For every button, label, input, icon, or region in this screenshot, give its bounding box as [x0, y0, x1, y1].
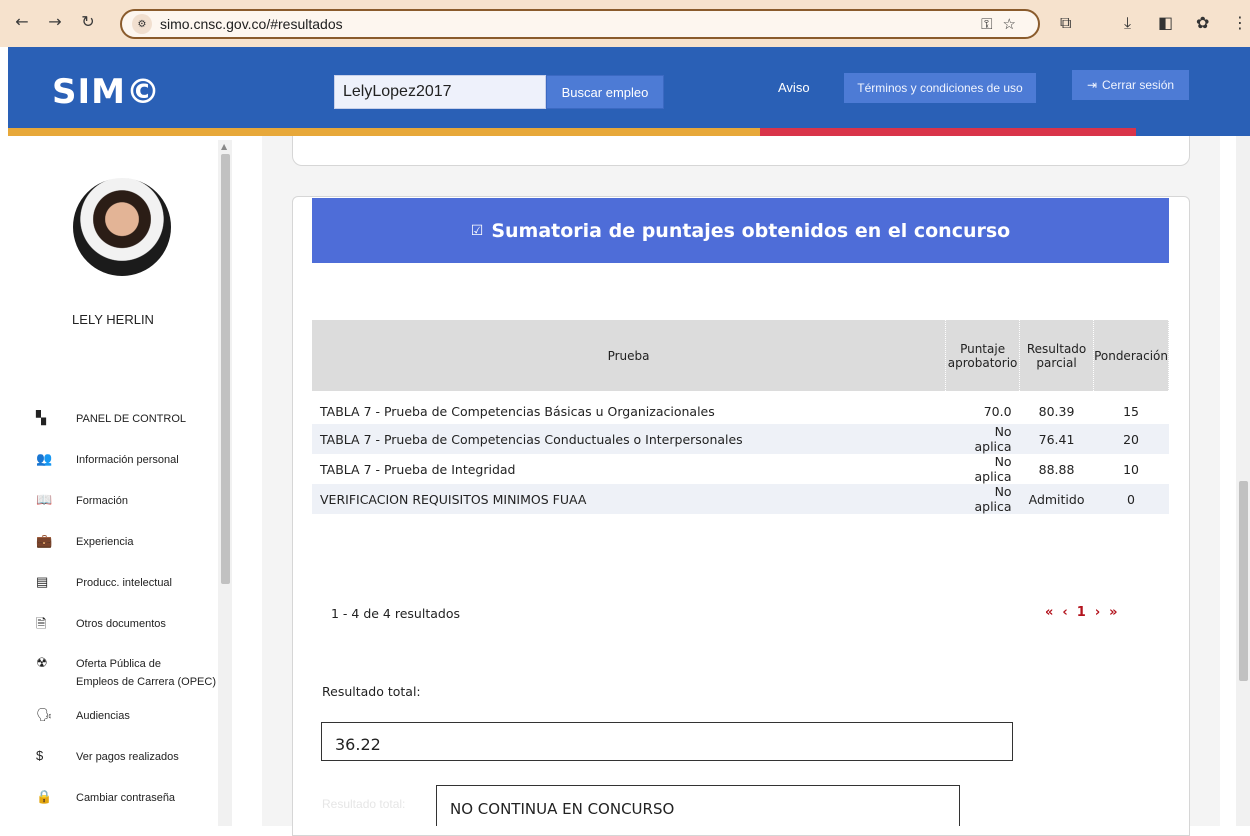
total-label: Resultado total:	[322, 684, 421, 699]
extensions-icon[interactable]: ⧉	[1060, 13, 1071, 33]
logout-icon: ⇥	[1086, 78, 1098, 92]
bookmark-star-icon[interactable]: ⚿☆	[981, 15, 1026, 33]
sidebar-item-opec[interactable]: ☢ Oferta Pública de Empleos de Carrera (…	[36, 655, 216, 691]
sidebar-item-experiencia[interactable]: 💼 Experiencia	[36, 533, 133, 551]
previous-panel-bottom	[292, 136, 1190, 166]
table-row: TABLA 7 - Prueba de Competencias Básicas…	[312, 391, 1169, 424]
first-page-button[interactable]: «	[1045, 605, 1053, 620]
briefcase-icon: 💼	[36, 533, 53, 548]
cell-puntaje: No aplica	[945, 484, 1020, 514]
results-table: Prueba Puntaje aprobatorio Resultado par…	[312, 320, 1169, 514]
address-bar[interactable]: ⚙ simo.cnsc.gov.co/#resultados ⚿☆	[120, 9, 1040, 39]
prev-page-button[interactable]: ‹	[1062, 605, 1067, 620]
reading-icon: 📖	[36, 492, 53, 507]
cell-ponderacion: 10	[1123, 461, 1139, 477]
aviso-link[interactable]: Aviso	[778, 80, 810, 95]
sidebar-item-audiencias[interactable]: 🗣 Audiencias	[36, 707, 130, 725]
dashboard-icon: ▚	[36, 410, 46, 425]
terms-button[interactable]: Términos y condiciones de uso	[844, 73, 1036, 103]
sidebar-scrollbar[interactable]: ▲	[218, 140, 232, 826]
total-value-field: 36.22	[321, 722, 1013, 761]
opec-label-line2: Empleos de Carrera (OPEC)	[76, 676, 216, 688]
sidebar-item-informacion-personal[interactable]: 👥 Información personal	[36, 451, 179, 469]
cell-ponderacion: 0	[1093, 484, 1169, 514]
menu-dots-icon[interactable]: ⋮	[1232, 13, 1248, 32]
sidebar-item-panel-de-control[interactable]: ▚ PANEL DE CONTROL	[36, 410, 186, 428]
pagination-info: 1 - 4 de 4 resultados	[331, 606, 460, 621]
panel-title: ☑ Sumatoria de puntajes obtenidos en el …	[312, 198, 1169, 263]
browser-toolbar: ← → ↻ ⚙ simo.cnsc.gov.co/#resultados ⚿☆ …	[0, 0, 1250, 47]
logout-label: Cerrar sesión	[1102, 78, 1175, 92]
download-icon[interactable]: ⤓	[1124, 13, 1131, 33]
opec-label-line1: Oferta Pública de	[76, 658, 161, 670]
page-scrollbar[interactable]	[1236, 136, 1250, 826]
header-stripe	[8, 128, 1250, 136]
status-value-field: NO CONTINUA EN CONCURSO	[436, 785, 960, 826]
sidebar-item-pagos[interactable]: $ Ver pagos realizados	[36, 748, 179, 766]
scroll-up-icon[interactable]: ▲	[221, 142, 227, 151]
page-scroll-thumb[interactable]	[1239, 481, 1248, 681]
url-text: simo.cnsc.gov.co/#resultados	[160, 16, 343, 32]
cell-prueba: TABLA 7 - Prueba de Competencias Conduct…	[312, 424, 946, 454]
simo-logo[interactable]: SIM©	[52, 72, 161, 112]
calendar-check-icon: ☑	[470, 222, 484, 239]
header-prueba[interactable]: Prueba	[312, 320, 947, 391]
reload-icon[interactable]: ↻	[74, 12, 102, 31]
dollar-icon: $	[36, 748, 44, 763]
table-row: VERIFICACION REQUISITOS MINIMOS FUAA No …	[312, 484, 1169, 514]
cell-puntaje: No aplica	[974, 454, 1012, 484]
table-row: TABLA 7 - Prueba de Integridad No aplica…	[312, 454, 1169, 484]
cell-puntaje: No aplica	[945, 424, 1020, 454]
profile-icon[interactable]: ✿	[1196, 13, 1209, 32]
logout-button[interactable]: ⇥ Cerrar sesión	[1072, 70, 1189, 100]
sidebar-scroll-thumb[interactable]	[221, 154, 230, 584]
sidepanel-icon[interactable]: ◧	[1158, 13, 1173, 32]
user-name: LELY HERLIN	[72, 312, 154, 327]
cell-ponderacion: 15	[1123, 404, 1139, 419]
faded-total-label: Resultado total:	[322, 797, 406, 811]
cell-prueba: TABLA 7 - Prueba de Integridad	[320, 461, 516, 477]
cell-resultado: 88.88	[1038, 461, 1075, 477]
people-icon: 👥	[36, 451, 53, 466]
search-input[interactable]: LelyLopez2017	[334, 75, 546, 109]
back-icon[interactable]: ←	[8, 12, 36, 31]
site-info-icon[interactable]: ⚙	[132, 14, 152, 34]
cell-prueba: VERIFICACION REQUISITOS MINIMOS FUAA	[312, 484, 946, 514]
header-ponderacion[interactable]: Ponderación	[1093, 320, 1169, 391]
cell-resultado: Admitido	[1019, 484, 1094, 514]
publication-icon: ▤	[36, 574, 49, 589]
sidebar-item-formacion[interactable]: 📖 Formación	[36, 492, 128, 510]
table-row: TABLA 7 - Prueba de Competencias Conduct…	[312, 424, 1169, 454]
lock-icon: 🔒	[36, 789, 53, 804]
next-page-button[interactable]: ›	[1095, 605, 1100, 620]
cell-puntaje: 70.0	[983, 404, 1012, 419]
page-number-button[interactable]: 1	[1077, 605, 1086, 620]
header-puntaje[interactable]: Puntaje aprobatorio	[945, 320, 1021, 391]
cell-resultado: 80.39	[1038, 404, 1075, 419]
document-icon: 🗎	[36, 616, 47, 631]
search-button[interactable]: Buscar empleo	[546, 75, 664, 109]
header-resultado[interactable]: Resultado parcial	[1019, 320, 1095, 391]
forward-icon[interactable]: →	[41, 12, 69, 31]
sidebar-item-produccion-intelectual[interactable]: ▤ Producc. intelectual	[36, 574, 172, 592]
panel-title-text: Sumatoria de puntajes obtenidos en el co…	[491, 219, 1011, 242]
pagination: « ‹ 1 › »	[1045, 605, 1118, 620]
cell-resultado: 76.41	[1019, 424, 1094, 454]
sidebar-item-cambiar-contrasena[interactable]: 🔒 Cambiar contraseña	[36, 789, 175, 807]
sidebar-item-otros-documentos[interactable]: 🗎 Otros documentos	[36, 615, 166, 637]
cell-prueba: TABLA 7 - Prueba de Competencias Básicas…	[320, 404, 715, 419]
cell-ponderacion: 20	[1093, 424, 1169, 454]
last-page-button[interactable]: »	[1109, 605, 1117, 620]
avatar	[73, 178, 171, 276]
radiation-icon: ☢	[36, 655, 48, 670]
speaker-icon: 🗣	[36, 707, 53, 722]
